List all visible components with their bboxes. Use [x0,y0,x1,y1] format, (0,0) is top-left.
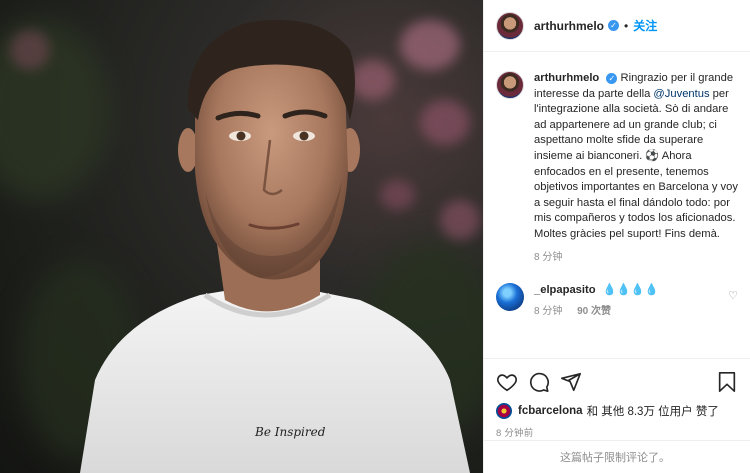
verified-badge-icon: ✓ [606,73,618,84]
post-actions: fcbarcelona 和 其他 8.3万 位用户 赞了 8 分钟前 [484,358,750,439]
heart-icon[interactable] [496,371,518,393]
comment-timestamp: 8 分钟 [534,306,563,318]
username-link[interactable]: arthurhmelo [534,19,604,33]
comment-text: 💧💧💧💧 [602,284,659,297]
liked-by-text: 和 其他 8.3万 位用户 赞了 [586,406,719,418]
avatar[interactable] [496,11,524,40]
comment-likes[interactable]: 90 次赞 [577,306,611,317]
liked-by-user-link[interactable]: fcbarcelona [518,405,583,417]
caption-timestamp: 8 分钟 [534,251,563,263]
follow-button[interactable]: 关注 [633,17,657,34]
action-icons [496,367,738,397]
mention-link[interactable]: @Juventus [653,88,709,100]
avatar[interactable] [496,403,512,419]
person-portrait [80,19,470,473]
comment-meta: 8 分钟 90 次赞 [534,304,658,319]
comment-icon[interactable] [528,371,550,393]
caption-username-link[interactable]: arthurhmelo [534,72,599,84]
avatar[interactable] [496,283,524,312]
separator-dot: • [624,18,629,33]
share-icon[interactable] [560,371,582,393]
post-timestamp[interactable]: 8 分钟前 [496,425,738,439]
comment-username-link[interactable]: _elpapasito [534,284,596,296]
verified-badge-icon: ✓ [608,20,620,31]
comments-disabled-notice: 这篇帖子限制评论了。 [484,440,750,473]
liked-by-summary[interactable]: fcbarcelona 和 其他 8.3万 位用户 赞了 [496,403,738,419]
post-header: arthurhmelo ✓ • 关注 [484,0,750,52]
instagram-post: Be Inspired arthurhmelo ✓ • 关注 arthurhme… [0,0,750,473]
post-sidebar: arthurhmelo ✓ • 关注 arthurhmelo ✓ Ringraz… [483,0,750,473]
post-photo[interactable]: Be Inspired [0,0,483,473]
comment-like-heart-icon[interactable]: ♡ [728,289,738,302]
shirt-print-text: Be Inspired [255,425,326,439]
caption-body: arthurhmelo ✓ Ringrazio per il grande in… [534,71,738,265]
avatar[interactable] [496,71,524,99]
comment-body: _elpapasito 💧💧💧💧 8 分钟 90 次赞 [534,283,658,319]
comments-list[interactable]: arthurhmelo ✓ Ringrazio per il grande in… [484,53,750,358]
list-item: _elpapasito 💧💧💧💧 8 分钟 90 次赞 ♡ [496,283,738,319]
bookmark-icon[interactable] [716,371,738,393]
post-caption: arthurhmelo ✓ Ringrazio per il grande in… [496,71,738,265]
caption-text: per l'integrazione alla società. Sò di a… [534,87,738,240]
